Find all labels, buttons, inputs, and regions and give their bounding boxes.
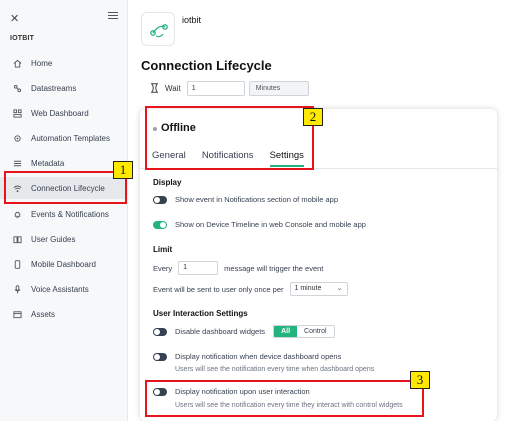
sidebar-item-home[interactable]: Home [0, 52, 128, 74]
sidebar-item-events-notifications[interactable]: Events & Notifications [0, 203, 128, 225]
web-dashboard-icon [13, 108, 22, 118]
highlight-box-2 [145, 106, 314, 170]
callout-badge-2: 2 [303, 108, 323, 126]
book-icon [13, 235, 22, 244]
sidebar-item-mobile-dashboard[interactable]: Mobile Dashboard [0, 253, 128, 275]
option-label: Show event in Notifications section of m… [175, 195, 339, 204]
highlight-box-3 [145, 380, 424, 417]
limit-once-row: Event will be sent to user only once per… [153, 282, 348, 296]
limit-heading: Limit [153, 245, 173, 254]
widget-scope-segmented: All Control [273, 325, 335, 338]
device-timeline-toggle[interactable] [153, 220, 167, 229]
home-icon [13, 59, 22, 68]
sidebar-item-label: Events & Notifications [31, 209, 109, 219]
once-per-label: Event will be sent to user only once per [153, 284, 284, 294]
datastreams-icon [13, 84, 22, 93]
sidebar-item-voice-assistants[interactable]: Voice Assistants [0, 278, 128, 300]
option-label: Disable dashboard widgets [175, 327, 266, 336]
device-icon [141, 12, 175, 46]
callout-badge-3: 3 [410, 371, 430, 389]
device-name: iotbit [182, 15, 202, 25]
close-icon[interactable]: ✕ [10, 12, 19, 25]
notif-opens-row: Display notification when device dashboa… [153, 352, 341, 361]
sidebar: ✕ IOTBIT Home Datastreams Web Dashboard … [0, 0, 128, 421]
interval-select[interactable]: 1 minute ⌄ [289, 282, 348, 296]
assets-icon [13, 310, 22, 319]
display-option-timeline: Show on Device Timeline in web Console a… [153, 220, 366, 229]
notifications-section-toggle[interactable] [153, 195, 167, 204]
wait-label: Wait [165, 84, 181, 93]
brand-name: IOTBIT [10, 35, 35, 42]
notif-opens-hint: Users will see the notification every ti… [175, 366, 375, 373]
display-option-notifications: Show event in Notifications section of m… [153, 195, 338, 204]
bell-icon [13, 210, 22, 219]
microphone-icon [13, 284, 22, 294]
notif-dashboard-opens-toggle[interactable] [153, 352, 167, 361]
sidebar-item-web-dashboard[interactable]: Web Dashboard [0, 102, 128, 124]
sidebar-item-label: Automation Templates [31, 133, 111, 143]
sidebar-item-label: Datastreams [31, 83, 77, 93]
option-label: Display notification when device dashboa… [175, 352, 342, 361]
sidebar-item-user-guides[interactable]: User Guides [0, 228, 128, 250]
message-count-input[interactable]: 1 [178, 261, 219, 275]
sidebar-item-automation-templates[interactable]: Automation Templates [0, 127, 128, 149]
segment-all[interactable]: All [274, 326, 298, 337]
sidebar-item-label: User Guides [31, 234, 76, 244]
wait-input[interactable]: 1 [186, 81, 245, 96]
sidebar-item-label: Metadata [31, 158, 65, 168]
wait-row: Wait 1 Minutes [150, 81, 309, 96]
sidebar-item-assets[interactable]: Assets [0, 303, 128, 325]
metadata-icon [13, 159, 22, 168]
limit-every-row: Every 1 message will trigger the event [153, 261, 323, 275]
sidebar-item-label: Web Dashboard [31, 108, 89, 118]
sidebar-item-datastreams[interactable]: Datastreams [0, 77, 128, 99]
option-label: Show on Device Timeline in web Console a… [175, 220, 366, 229]
page-title: Connection Lifecycle [141, 58, 272, 73]
chevron-down-icon: ⌄ [336, 285, 343, 292]
disable-widgets-row: Disable dashboard widgets All Control [153, 325, 335, 338]
sidebar-item-label: Voice Assistants [31, 284, 89, 294]
trigger-label: message will trigger the event [224, 263, 324, 273]
sidebar-item-label: Mobile Dashboard [31, 259, 96, 269]
automation-icon [13, 134, 22, 143]
display-heading: Display [153, 178, 182, 187]
segment-control[interactable]: Control [297, 326, 334, 337]
hourglass-icon [150, 82, 159, 95]
every-label: Every [153, 263, 173, 273]
hamburger-menu-icon[interactable] [108, 12, 118, 20]
callout-badge-1: 1 [113, 161, 133, 179]
mobile-icon [13, 259, 22, 269]
wait-unit-select[interactable]: Minutes [248, 81, 309, 96]
highlight-box-1 [4, 171, 127, 204]
sidebar-item-label: Assets [31, 309, 56, 319]
interval-value: 1 minute [294, 285, 322, 292]
interaction-heading: User Interaction Settings [153, 309, 248, 318]
disable-widgets-toggle[interactable] [153, 327, 167, 336]
sidebar-item-label: Home [31, 58, 53, 68]
